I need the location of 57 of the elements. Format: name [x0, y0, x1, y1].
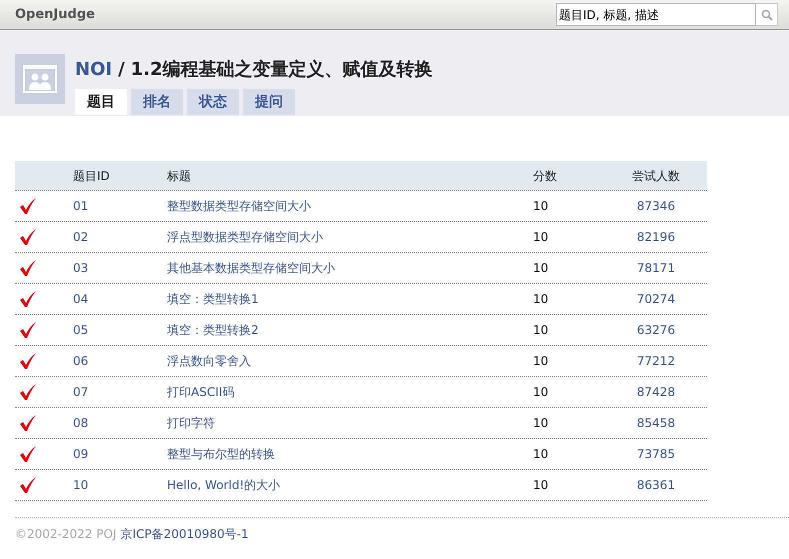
problem-id-link[interactable]: 06 [73, 352, 167, 370]
title-separator: / [118, 58, 125, 82]
attempts-link[interactable]: 63276 [636, 323, 676, 337]
score-cell-text: 10 [533, 477, 550, 494]
attempts-link[interactable]: 86361 [636, 478, 676, 492]
column-header: 尝试人数 [631, 168, 681, 184]
tab[interactable]: 题目 [75, 89, 127, 115]
search-field[interactable]: 题目ID, 标题, 描述 [556, 3, 756, 26]
score-cell-text: 10 [533, 446, 550, 463]
problem-id-link[interactable]: 03 [73, 259, 167, 277]
score-cell-text: 10 [533, 260, 550, 277]
problem-id-link[interactable]: 01 [73, 197, 167, 215]
problem-title-link[interactable]: Hello, World!的大小 [167, 478, 280, 492]
problem-title-link[interactable]: 填空：类型转换2 [167, 323, 259, 337]
problem-title-link[interactable]: 打印字符 [167, 416, 215, 430]
group-avatar-icon [15, 54, 65, 104]
problem-title-link[interactable]: 打印ASCII码 [167, 385, 234, 399]
problem-title-link[interactable]: 浮点型数据类型存储空间大小 [167, 230, 323, 244]
attempts-link[interactable]: 82196 [636, 230, 676, 244]
problem-title-link[interactable]: 其他基本数据类型存储空间大小 [167, 261, 335, 275]
copyright-text: ©2002-2022 POJ [15, 526, 116, 543]
attempts-link[interactable]: 73785 [636, 447, 676, 461]
brand-name[interactable]: OpenJudge [15, 4, 95, 24]
column-header: 分数 [533, 168, 558, 184]
tab[interactable]: 提问 [243, 89, 295, 115]
tab[interactable]: 状态 [187, 89, 239, 115]
problem-id-link[interactable]: 04 [73, 290, 167, 308]
attempts-link[interactable]: 70274 [636, 292, 676, 306]
problem-id-link[interactable]: 07 [73, 383, 167, 401]
problem-id-link[interactable]: 09 [73, 445, 167, 463]
score-cell-text: 10 [533, 353, 550, 370]
problem-id-link[interactable]: 08 [73, 414, 167, 432]
tab[interactable]: 排名 [131, 89, 183, 115]
problem-title-link[interactable]: 填空：类型转换1 [167, 292, 259, 306]
attempts-link[interactable]: 87346 [636, 199, 676, 213]
page-title: 1.2编程基础之变量定义、赋值及转换 [130, 58, 433, 82]
problem-title-link[interactable]: 浮点数向零舍入 [167, 354, 251, 368]
attempts-link[interactable]: 77212 [636, 354, 676, 368]
score-cell-text: 10 [533, 198, 550, 215]
problem-title-link[interactable]: 整型数据类型存储空间大小 [167, 199, 311, 213]
search-icon[interactable] [756, 3, 778, 26]
problem-id-link[interactable]: 10 [73, 476, 167, 494]
group-link[interactable]: NOI [75, 56, 112, 83]
score-cell-text: 10 [533, 415, 550, 432]
problem-title-link[interactable]: 整型与布尔型的转换 [167, 447, 275, 461]
score-cell-text: 10 [533, 291, 550, 308]
score-cell-text: 10 [533, 384, 550, 401]
score-cell-text: 10 [533, 229, 550, 246]
attempts-link[interactable]: 78171 [636, 261, 676, 275]
column-header: 标题 [167, 168, 192, 184]
attempts-link[interactable]: 85458 [636, 416, 676, 430]
column-header: 题目ID [73, 168, 111, 184]
problem-id-link[interactable]: 05 [73, 321, 167, 339]
score-cell-text: 10 [533, 322, 550, 339]
attempts-link[interactable]: 87428 [636, 385, 676, 399]
icp-link[interactable]: 京ICP备20010980号-1 [120, 525, 249, 543]
problem-id-link[interactable]: 02 [73, 228, 167, 246]
